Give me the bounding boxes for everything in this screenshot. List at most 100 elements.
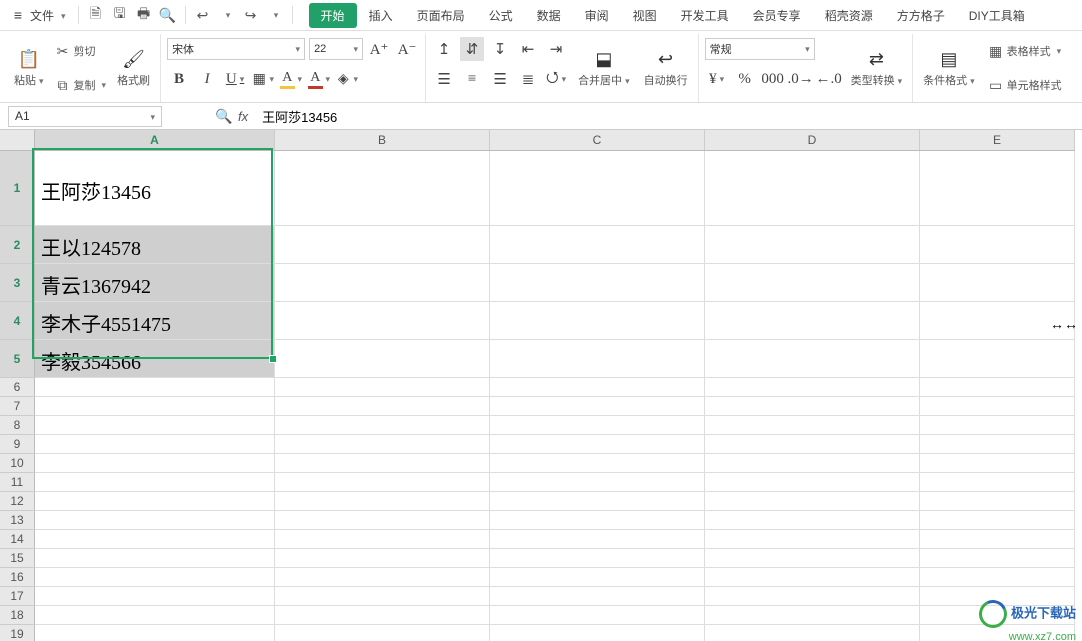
cell-E18[interactable] xyxy=(920,606,1075,625)
cell-C15[interactable] xyxy=(490,549,705,568)
cell-D9[interactable] xyxy=(705,435,920,454)
row-header-12[interactable]: 12 xyxy=(0,492,35,511)
cell-D16[interactable] xyxy=(705,568,920,587)
cell-E8[interactable] xyxy=(920,416,1075,435)
row-header-9[interactable]: 9 xyxy=(0,435,35,454)
cell-C5[interactable] xyxy=(490,340,705,378)
underline-button[interactable]: U xyxy=(223,67,247,91)
cell-C7[interactable] xyxy=(490,397,705,416)
cell-B18[interactable] xyxy=(275,606,490,625)
cell-D1[interactable] xyxy=(705,151,920,226)
cell-A1[interactable]: 王阿莎13456 xyxy=(35,151,275,226)
undo-button[interactable]: ↩ xyxy=(192,4,214,26)
new-doc-button[interactable]: 🗎 xyxy=(85,4,107,26)
cell-B19[interactable] xyxy=(275,625,490,641)
redo-button[interactable]: ↪ xyxy=(240,4,262,26)
cell-D6[interactable] xyxy=(705,378,920,397)
fx-icon[interactable]: fx xyxy=(238,109,248,124)
cell-C10[interactable] xyxy=(490,454,705,473)
cell-C8[interactable] xyxy=(490,416,705,435)
cell-B15[interactable] xyxy=(275,549,490,568)
comma-button[interactable]: 000 xyxy=(761,67,785,91)
cell-C17[interactable] xyxy=(490,587,705,606)
cell-D12[interactable] xyxy=(705,492,920,511)
cell-D5[interactable] xyxy=(705,340,920,378)
cell-A17[interactable] xyxy=(35,587,275,606)
percent-button[interactable]: % xyxy=(733,67,757,91)
orientation-button[interactable]: ⭯ xyxy=(544,67,568,91)
cell-B10[interactable] xyxy=(275,454,490,473)
tab-view[interactable]: 视图 xyxy=(621,3,669,28)
cell-E9[interactable] xyxy=(920,435,1075,454)
cell-A19[interactable] xyxy=(35,625,275,641)
cell-A7[interactable] xyxy=(35,397,275,416)
tab-review[interactable]: 审阅 xyxy=(573,3,621,28)
cell-D11[interactable] xyxy=(705,473,920,492)
conditional-format-button[interactable]: ▤ 条件格式 xyxy=(919,34,979,102)
col-header-B[interactable]: B xyxy=(275,130,490,151)
shrink-font-button[interactable]: A⁻ xyxy=(395,37,419,61)
cell-B13[interactable] xyxy=(275,511,490,530)
fill-color-button[interactable]: A xyxy=(279,67,303,91)
cell-A3[interactable]: 青云1367942 xyxy=(35,264,275,302)
tab-insert[interactable]: 插入 xyxy=(357,3,405,28)
zoom-icon[interactable]: 🔍 xyxy=(216,108,232,124)
cell-D10[interactable] xyxy=(705,454,920,473)
cell-A18[interactable] xyxy=(35,606,275,625)
align-center-button[interactable]: ≡ xyxy=(460,67,484,91)
cell-D13[interactable] xyxy=(705,511,920,530)
cell-B7[interactable] xyxy=(275,397,490,416)
formula-input[interactable]: 王阿莎13456 xyxy=(254,107,337,126)
row-header-1[interactable]: 1 xyxy=(0,151,35,226)
italic-button[interactable]: I xyxy=(195,67,219,91)
cell-B1[interactable] xyxy=(275,151,490,226)
tab-developer[interactable]: 开发工具 xyxy=(669,3,741,28)
row-header-7[interactable]: 7 xyxy=(0,397,35,416)
tab-page-layout[interactable]: 页面布局 xyxy=(405,3,477,28)
save-button[interactable]: 🖫 xyxy=(109,4,131,26)
merge-center-button[interactable]: ⬓ 合并居中 xyxy=(574,34,634,102)
cell-A4[interactable]: 李木子4551475 xyxy=(35,302,275,340)
cell-E3[interactable] xyxy=(920,264,1075,302)
currency-button[interactable]: ¥ xyxy=(705,67,729,91)
select-all-corner[interactable] xyxy=(0,130,35,151)
effects-button[interactable]: ◈ xyxy=(335,67,359,91)
cell-C18[interactable] xyxy=(490,606,705,625)
tab-resource[interactable]: 稻壳资源 xyxy=(813,3,885,28)
cell-A9[interactable] xyxy=(35,435,275,454)
cell-A12[interactable] xyxy=(35,492,275,511)
cell-C3[interactable] xyxy=(490,264,705,302)
cell-C2[interactable] xyxy=(490,226,705,264)
align-top-button[interactable]: ↥ xyxy=(432,37,456,61)
align-middle-button[interactable]: ⇵ xyxy=(460,37,484,61)
cell-E16[interactable] xyxy=(920,568,1075,587)
cell-C19[interactable] xyxy=(490,625,705,641)
copy-button[interactable]: ⧉复制 xyxy=(52,76,110,94)
row-header-13[interactable]: 13 xyxy=(0,511,35,530)
font-size-select[interactable]: 22 xyxy=(309,38,363,60)
cell-A2[interactable]: 王以124578 xyxy=(35,226,275,264)
cell-E12[interactable] xyxy=(920,492,1075,511)
row-header-18[interactable]: 18 xyxy=(0,606,35,625)
tab-member[interactable]: 会员专享 xyxy=(741,3,813,28)
cell-C11[interactable] xyxy=(490,473,705,492)
cell-B6[interactable] xyxy=(275,378,490,397)
cell-D4[interactable] xyxy=(705,302,920,340)
cell-E11[interactable] xyxy=(920,473,1075,492)
cell-D2[interactable] xyxy=(705,226,920,264)
cell-B17[interactable] xyxy=(275,587,490,606)
cell-B12[interactable] xyxy=(275,492,490,511)
cell-C4[interactable] xyxy=(490,302,705,340)
cut-button[interactable]: ✂剪切 xyxy=(52,42,110,60)
cell-C13[interactable] xyxy=(490,511,705,530)
row-header-17[interactable]: 17 xyxy=(0,587,35,606)
cell-A13[interactable] xyxy=(35,511,275,530)
align-bottom-button[interactable]: ↧ xyxy=(488,37,512,61)
cell-E6[interactable] xyxy=(920,378,1075,397)
row-header-15[interactable]: 15 xyxy=(0,549,35,568)
cell-D15[interactable] xyxy=(705,549,920,568)
cell-E2[interactable] xyxy=(920,226,1075,264)
cell-A10[interactable] xyxy=(35,454,275,473)
print-preview-button[interactable]: 🔍 xyxy=(157,4,179,26)
cell-E17[interactable] xyxy=(920,587,1075,606)
